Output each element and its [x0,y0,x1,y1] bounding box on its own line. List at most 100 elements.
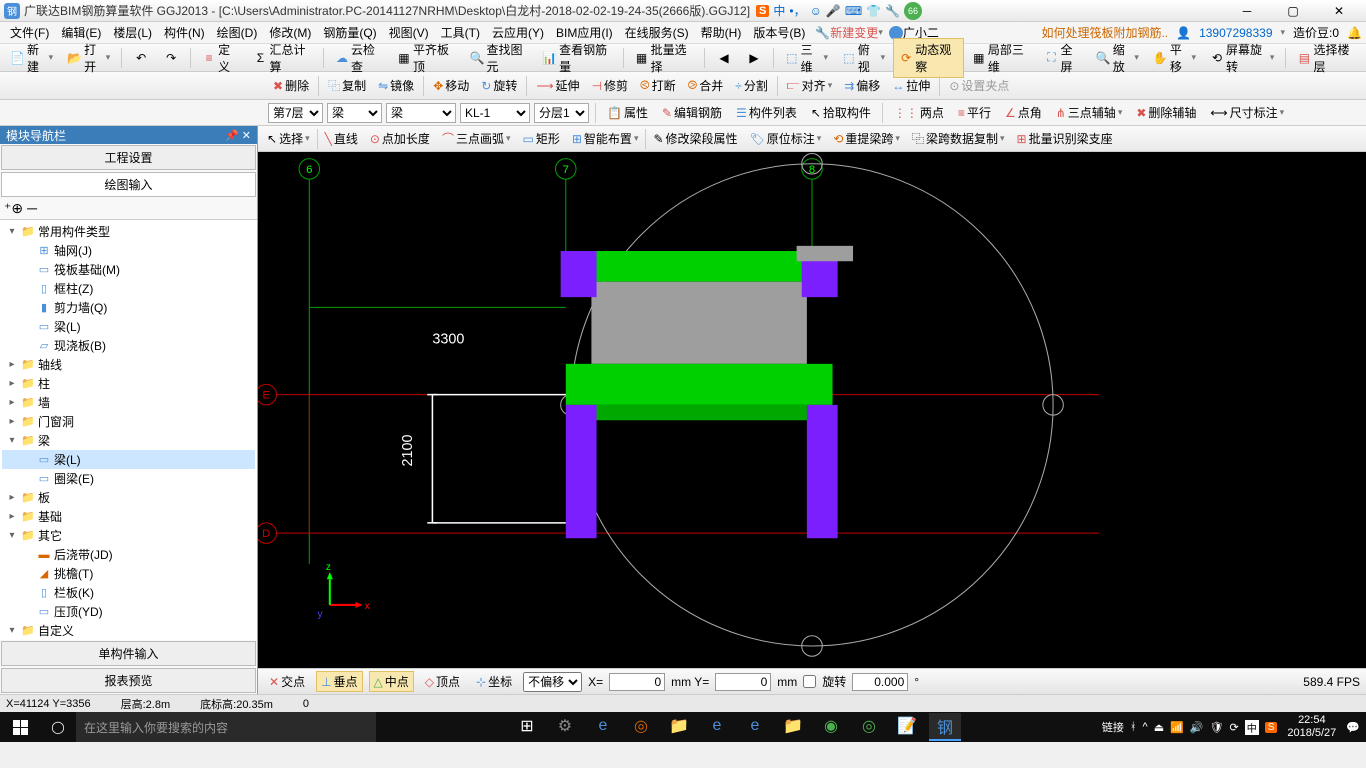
open-button[interactable]: 📂打开▾ [61,38,116,78]
tree-slab[interactable]: ▱现浇板(B) [2,336,255,355]
vp-rect-button[interactable]: ▭矩形 [518,127,565,150]
vp-editseg-button[interactable]: ✎修改梁段属性 [648,127,742,150]
attr-button[interactable]: 📋属性 [602,101,653,124]
nav-tab-single-input[interactable]: 单构件输入 [1,641,256,666]
tree-poststrip[interactable]: ▬后浇带(JD) [2,545,255,564]
two-point-button[interactable]: ⋮⋮两点 [889,101,949,124]
sum-button[interactable]: Σ汇总计算 [247,38,318,78]
split-button[interactable]: ÷分割 [730,74,773,97]
tree-beam-cat[interactable]: ▾📁梁 [2,431,255,450]
tray-clock[interactable]: 22:54 2018/5/27 [1283,714,1340,740]
nav-tab-draw[interactable]: 绘图输入 [1,172,256,197]
ime-stat-icon[interactable]: 66 [904,2,922,20]
ggj-app-icon[interactable]: 钢 [929,713,961,741]
ime-smile-icon[interactable]: ☺ [810,4,822,18]
maximize-button[interactable]: ▢ [1270,1,1316,21]
tray-volume-icon[interactable]: 🔊 [1190,721,1204,734]
rotate-button[interactable]: ↻旋转 [476,74,522,97]
pan-button[interactable]: ✋平移▾ [1147,38,1202,78]
remove-tree-icon[interactable]: ─ [27,200,37,217]
app2-icon[interactable]: ◉ [815,713,847,741]
ime-punct-icon[interactable]: •， [789,2,805,19]
delete-button[interactable]: ✖删除 [268,74,314,97]
tree-beam-l[interactable]: ▭梁(L) [2,450,255,469]
zoom-button[interactable]: 🔍缩放▾ [1090,38,1145,78]
ime-skin-icon[interactable]: 👕 [866,4,881,18]
tree-other[interactable]: ▾📁其它 [2,526,255,545]
notes-icon[interactable]: 📝 [891,713,923,741]
y-input[interactable] [715,673,771,691]
member-select[interactable]: KL-1 [460,103,530,123]
app1-icon[interactable]: ⚙ [549,713,581,741]
fixpoint-button[interactable]: ⊙设置夹点 [944,74,1014,97]
mirror-button[interactable]: ⇋镜像 [373,74,419,97]
tree-raft[interactable]: ▭筏板基础(M) [2,260,255,279]
trim-button[interactable]: ⊣修剪 [587,74,633,97]
snap-cross-button[interactable]: ✕交点 [264,671,310,692]
new-change-dropdown-icon[interactable]: ▾ [878,27,883,38]
tree-axis[interactable]: ▸📁轴线 [2,355,255,374]
copy-button[interactable]: ⿻复制 [323,74,371,97]
vp-relabel-button[interactable]: ⟲重提梁跨▾ [828,127,905,150]
member-list-button[interactable]: ☰构件列表 [731,101,802,124]
fullscreen-button[interactable]: ⛶全屏 [1038,38,1087,78]
dynamic-orbit-button[interactable]: ⟳动态观察 [893,38,964,78]
tree-cantilever[interactable]: ◢挑檐(T) [2,564,255,583]
vp-copyspan-button[interactable]: ⿻梁跨数据复制▾ [907,127,1010,150]
offset-mode-select[interactable]: 不偏移 [523,672,582,692]
undo-button[interactable]: ↶ [127,47,155,69]
nav-tab-report[interactable]: 报表预览 [1,668,256,693]
ime-tool-icon[interactable]: 🔧 [885,4,900,18]
close-button[interactable]: ✕ [1316,1,1362,21]
delete-aux-button[interactable]: ✖删除辅轴 [1131,101,1201,124]
define-button[interactable]: ≡定义 [196,38,245,78]
ie-icon[interactable]: e [739,713,771,741]
view-rebar-button[interactable]: 📊查看钢筋量 [536,38,617,78]
tree-column[interactable]: ▸📁柱 [2,374,255,393]
taskbar-search[interactable]: 在这里输入你要搜索的内容 [76,712,376,742]
merge-button[interactable]: ⧁合并 [683,74,729,97]
tree-axisnet[interactable]: ⊞轴网(J) [2,241,255,260]
snap-vertex-button[interactable]: ◇顶点 [420,671,465,692]
flat-slab-button[interactable]: ▦平齐板顶 [391,38,462,78]
local-3d-button[interactable]: ▦局部三维 [966,38,1037,78]
three-axis-button[interactable]: ⋔三点辅轴▾ [1051,101,1128,124]
tray-link-label[interactable]: 链接 [1102,719,1124,735]
extend-button[interactable]: ⟶延伸 [531,74,584,97]
snap-coord-button[interactable]: ⊹坐标 [471,671,517,692]
move-button[interactable]: ✥移动 [428,74,474,97]
cortana-icon[interactable]: ◯ [40,720,76,734]
pick-member-button[interactable]: ↖拾取构件 [806,101,876,124]
tree-rooftop[interactable]: ▭压顶(YD) [2,602,255,621]
redo-button[interactable]: ↷ [157,47,185,69]
3d-button[interactable]: ⬚三维▾ [779,38,834,78]
ime-mic-icon[interactable]: 🎤 [826,4,841,18]
edge-icon[interactable]: e [587,713,619,741]
vp-extlen-button[interactable]: ⊙点加长度 [365,127,435,150]
break-button[interactable]: ⧀打断 [635,74,681,97]
floor-select[interactable]: 第7层 [268,103,323,123]
tree-parapet[interactable]: ▯栏板(K) [2,583,255,602]
tree-opening[interactable]: ▸📁门窗洞 [2,412,255,431]
start-button[interactable] [0,712,40,742]
snap-midpoint-button[interactable]: △中点 [369,671,414,692]
tray-safe-remove-icon[interactable]: ⏏ [1154,721,1164,734]
nav-tab-project[interactable]: 工程设置 [1,145,256,170]
rotate-checkbox[interactable] [803,675,816,688]
next-button[interactable]: ▶ [740,47,768,69]
vp-select-button[interactable]: ↖选择▾ [262,127,315,150]
tree-plate[interactable]: ▸📁板 [2,488,255,507]
tray-notifications-icon[interactable]: 💬 [1346,721,1360,734]
taskview-icon[interactable]: ⊞ [511,713,543,741]
tree-common[interactable]: ▾📁常用构件类型 [2,222,255,241]
edge2-icon[interactable]: e [701,713,733,741]
batch-select-button[interactable]: ▦批量选择 [628,38,699,78]
folder-icon[interactable]: 📁 [777,713,809,741]
dimension-button[interactable]: ⟷尺寸标注▾ [1205,101,1289,124]
top-view-button[interactable]: ⬚俯视▾ [836,38,891,78]
prev-button[interactable]: ◀ [710,47,738,69]
phone-dropdown-icon[interactable]: ▾ [1281,27,1286,38]
vp-smart-button[interactable]: ⊞智能布置▾ [567,127,644,150]
minimize-button[interactable]: ─ [1224,1,1270,21]
tray-bluetooth-icon[interactable]: ᚼ [1130,721,1137,733]
